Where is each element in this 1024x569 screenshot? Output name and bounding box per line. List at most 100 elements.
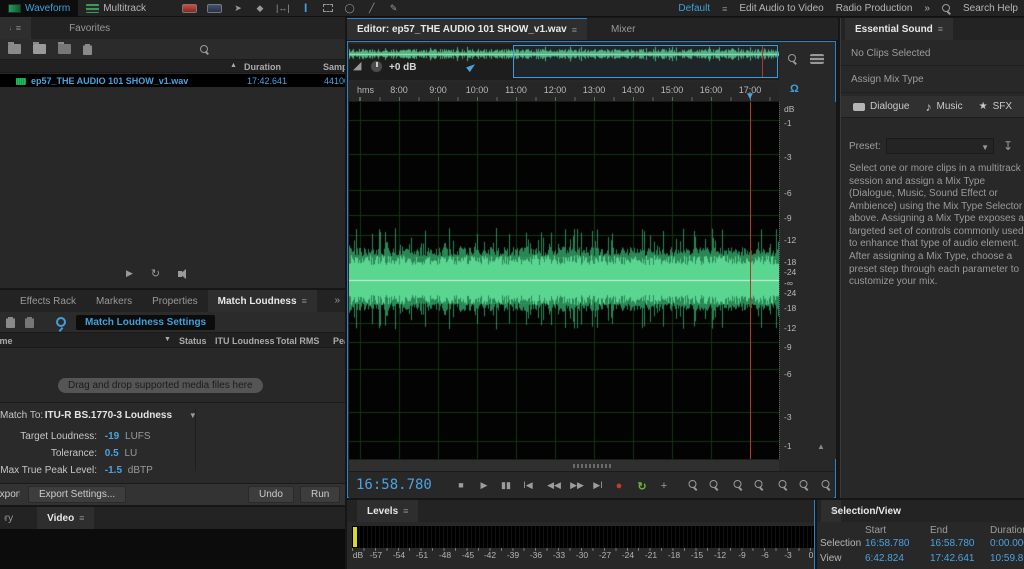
multitrack-view-button[interactable]: Multitrack [78,0,154,17]
scrollbar-grip[interactable] [573,464,613,468]
move-tool-icon[interactable]: ➤ [232,3,244,14]
move-playhead-button[interactable]: + [661,480,667,492]
match-panel-menu-icon[interactable]: ≡ [302,296,307,306]
tab-match-loudness[interactable]: Match Loudness ≡ [208,290,317,312]
workspace-item-edit-audio-to-video[interactable]: Edit Audio to Video [739,3,823,14]
pin-icon[interactable] [466,62,477,72]
editor-panel-menu-icon[interactable]: ≡ [572,25,577,35]
files-panel-menu-icon[interactable]: ≡ [16,23,21,33]
visible-range-box[interactable] [513,45,778,78]
essential-sound-menu-icon[interactable]: ≡ [938,24,943,34]
gain-knob[interactable] [370,60,383,73]
loop-playback-button[interactable]: ↻ [637,480,646,493]
tab-markers[interactable]: Markers [86,290,142,312]
pause-button[interactable]: ▮▮ [501,480,511,491]
target-loudness-value[interactable]: -19 [105,431,119,442]
zoom-reset-button[interactable] [779,480,788,491]
zoom-out-full-button[interactable] [755,480,764,491]
match-col-status[interactable]: Status [179,336,207,346]
sort-asc-icon[interactable]: ▲ [230,62,237,69]
file-row[interactable]: ep57_THE AUDIO 101 SHOW_v1.wav 17:42.641… [0,74,345,87]
tab-editor[interactable]: Editor: ep57_THE AUDIO 101 SHOW_v1.wav ≡ [347,18,587,40]
record-button[interactable]: ● [616,480,623,492]
skip-to-start-button[interactable]: Ι◀ [523,480,532,491]
view-duration[interactable]: 10:59.816 [990,553,1024,564]
match-col-name[interactable]: Name [0,336,13,346]
waveform-view-button[interactable]: Waveform [0,0,78,17]
tab-levels[interactable]: Levels ≡ [357,500,418,522]
tab-files[interactable]: Files ≡ [0,17,31,39]
spectral-pitch-icon[interactable] [207,4,222,13]
selection-duration[interactable]: 0:00.000 [990,538,1024,549]
rewind-button[interactable]: ◀◀ [547,480,561,491]
match-to-dropdown[interactable]: ITU-R BS.1770-3 Loudness ▼ [45,410,197,421]
slip-tool-icon[interactable]: |↔| [276,3,290,13]
razor-tool-icon[interactable]: ◆ [254,3,266,14]
tab-history[interactable]: History [0,507,17,529]
display-options-icon[interactable] [810,54,824,64]
levels-panel-menu-icon[interactable]: ≡ [403,506,408,516]
spectral-display-icon[interactable] [182,4,197,13]
zoom-out-point-button[interactable] [710,480,719,491]
gain-value[interactable]: +0 dB [389,62,417,73]
match-loudness-settings-button[interactable]: Match Loudness Settings [76,315,215,330]
col-sample-rate[interactable]: Sample Rate [323,62,345,72]
zoom-out-amplitude-button[interactable] [822,480,831,491]
match-col-peak[interactable]: Peak [333,336,345,346]
export-settings-button[interactable]: Export Settings... [28,486,126,503]
workspace-selector[interactable]: Default [678,3,710,14]
delete-file-icon[interactable] [83,44,92,55]
tab-favorites[interactable]: Favorites [59,17,120,39]
fast-forward-button[interactable]: ▶▶ [570,480,584,491]
lasso-selection-tool-icon[interactable]: ◯ [344,3,356,14]
search-help-field[interactable]: Search Help [963,3,1018,14]
time-selection-tool-icon[interactable]: I [300,1,312,15]
max-true-peak-value[interactable]: -1.5 [105,465,122,476]
new-file-icon[interactable] [33,44,46,54]
match-col-rms[interactable]: Total RMS [276,336,319,346]
save-preset-icon[interactable]: ↧ [1003,139,1013,153]
tab-essential-sound[interactable]: Essential Sound ≡ [845,18,953,40]
import-files-icon[interactable] [8,44,21,54]
zoom-in-point-button[interactable] [689,480,698,491]
playhead-line[interactable] [750,102,751,459]
match-col-itu[interactable]: ITU Loudness [215,336,275,346]
col-duration[interactable]: Duration [244,62,281,72]
zoom-in-selection-button[interactable] [734,480,743,491]
workspace-overflow[interactable]: » [924,3,930,14]
remove-file-icon[interactable] [6,317,15,328]
skip-to-end-button[interactable]: ▶Ι [593,480,602,491]
remove-all-files-icon[interactable] [25,317,34,328]
preview-loop-button[interactable]: ↻ [151,267,160,280]
zoom-in-amplitude-button[interactable] [800,480,809,491]
export-checkbox-label[interactable]: Export [0,489,20,500]
view-start[interactable]: 6:42.824 [865,553,904,564]
time-display[interactable]: 16:58.780 [356,477,432,493]
tab-mixer[interactable]: Mixer [601,18,645,40]
mix-type-dialogue[interactable]: Dialogue [847,96,915,118]
preview-speaker-icon[interactable] [178,271,182,277]
match-loudness-scan-icon[interactable] [56,317,66,327]
tab-selection-view[interactable]: Selection/View ≡ [821,500,841,522]
tabs-overflow-icon[interactable]: » [334,295,340,306]
selection-end[interactable]: 16:58.780 [930,538,975,549]
play-button[interactable]: ▶ [481,480,488,491]
run-button[interactable]: Run [300,486,340,503]
fade-icon[interactable]: ◢ [353,59,361,72]
marquee-selection-tool-icon[interactable] [322,4,334,12]
playhead-marker[interactable]: ▼ [745,91,755,102]
selection-view-menu-icon[interactable]: ≡ [831,506,836,516]
selection-start[interactable]: 16:58.780 [865,538,910,549]
tab-properties[interactable]: Properties [142,290,208,312]
overview-strip[interactable]: ◢ +0 dB [349,44,779,80]
timeline-ruler[interactable]: hms 8:00 9:00 10:00 11:00 12:00 13:00 14… [349,82,779,102]
files-search-input[interactable] [214,44,334,55]
match-sort-icon[interactable]: ▼ [164,336,171,343]
open-file-icon[interactable] [58,44,71,54]
mix-type-music[interactable]: ♪ Music [919,96,968,118]
view-end[interactable]: 17:42.641 [930,553,975,564]
snap-magnet-icon[interactable]: Ω [790,83,799,95]
workspace-menu-icon[interactable]: ≡ [722,4,727,14]
zoom-navigator-icon[interactable] [788,54,797,63]
paintbrush-selection-tool-icon[interactable]: ╱ [366,3,378,14]
